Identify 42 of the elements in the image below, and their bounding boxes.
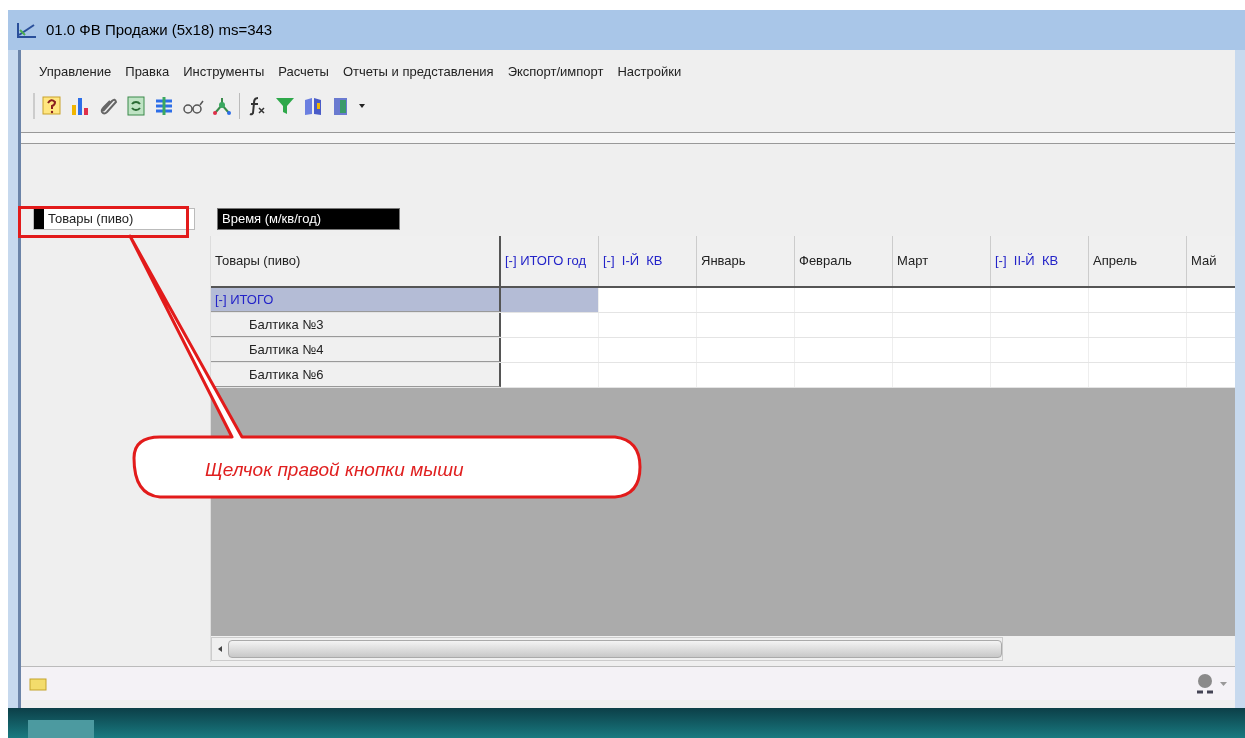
column-header[interactable]: Февраль xyxy=(795,236,893,286)
menu-item[interactable]: Отчеты и представления xyxy=(336,62,500,82)
row-header[interactable]: [-] ИТОГО xyxy=(211,288,501,312)
menu-item[interactable]: Правка xyxy=(119,62,176,82)
folder-icon xyxy=(29,676,47,691)
horizontal-scrollbar[interactable] xyxy=(211,637,1003,661)
network-globe-icon[interactable] xyxy=(1194,671,1216,696)
callout-text: Щелчок правой кнопки мыши xyxy=(205,458,464,482)
chart-app-icon xyxy=(16,21,38,39)
dimension-chip[interactable]: Время (м/кв/год) xyxy=(217,208,400,230)
caret-icon[interactable] xyxy=(358,102,366,110)
column-header[interactable]: Май xyxy=(1187,236,1235,286)
menu-item[interactable]: Настройки xyxy=(611,62,688,82)
column-header[interactable]: Апрель xyxy=(1089,236,1187,286)
hierarchy-icon[interactable] xyxy=(211,95,233,117)
column-header[interactable]: Январь xyxy=(697,236,795,286)
column-header[interactable]: [-] ИТОГО год xyxy=(501,236,599,286)
window-title: 01.0 ФВ Продажи (5x18) ms=343 xyxy=(46,19,273,40)
panel-splitter[interactable] xyxy=(21,132,1235,144)
menu-item[interactable]: Расчеты xyxy=(272,62,335,82)
header-cell: Товары (пиво) xyxy=(211,236,501,286)
menu-item[interactable]: Инструменты xyxy=(177,62,271,82)
book-icon[interactable] xyxy=(302,95,324,117)
row-header[interactable]: Балтика №3 xyxy=(211,313,501,337)
menu-item[interactable]: Экспорт/импорт xyxy=(501,62,610,82)
left-arrow-icon[interactable] xyxy=(216,645,224,653)
column-header[interactable]: [-] II-Й КВ xyxy=(991,236,1089,286)
filter-icon[interactable] xyxy=(274,95,296,117)
help-icon[interactable] xyxy=(41,95,63,117)
refresh-document-icon[interactable] xyxy=(125,95,147,117)
bar-chart-icon[interactable] xyxy=(69,95,91,117)
row-header[interactable]: Балтика №6 xyxy=(211,363,501,387)
column-header[interactable]: Март xyxy=(893,236,991,286)
menu-item[interactable]: Управление xyxy=(33,62,118,82)
selected-cell[interactable] xyxy=(501,288,599,312)
dimension-label: Время (м/кв/год) xyxy=(221,210,322,229)
dimension-label: Товары (пиво) xyxy=(47,210,134,229)
row-header[interactable]: Балтика №4 xyxy=(211,338,501,362)
dimension-chip[interactable]: Товары (пиво) xyxy=(33,208,195,230)
column-header[interactable]: [-] I-Й КВ xyxy=(599,236,697,286)
scrollbar-thumb[interactable] xyxy=(228,640,1002,658)
layers-icon[interactable] xyxy=(153,95,175,117)
